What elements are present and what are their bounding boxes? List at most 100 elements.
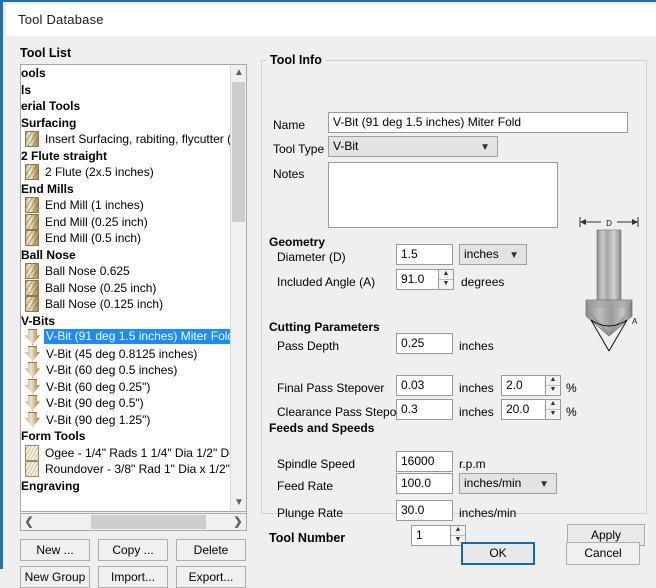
tool-list-item[interactable]: 2 Flute (2x.5 inches)	[21, 164, 231, 181]
copy-tool-button[interactable]: Copy ...	[98, 539, 168, 561]
tool-database-window: Tool Database Tool List ools ls erial Tool…	[0, 0, 656, 588]
scroll-down-icon[interactable]: ▼	[231, 495, 246, 511]
new-group-button[interactable]: New Group	[20, 566, 90, 588]
diameter-input[interactable]: 1.5	[396, 244, 453, 265]
tool-list-box[interactable]: ools ls erial Tools Surfacing Insert Surfaci…	[20, 64, 247, 512]
final-pass-stepover-percent-unit: %	[566, 381, 577, 395]
v-bit-icon	[25, 362, 40, 378]
export-button[interactable]: Export...	[176, 566, 246, 588]
spinner-down-icon[interactable]: ▼	[546, 386, 560, 396]
tool-list-item-label: Ball Nose	[21, 247, 76, 262]
final-pass-stepover-input[interactable]: 0.03	[396, 375, 453, 396]
clearance-pass-stepover-input[interactable]: 0.3	[396, 399, 453, 420]
chevron-down-icon: ▼	[539, 479, 549, 490]
tool-list-item[interactable]: V-Bit (91 deg 1.5 inches) Miter Fold	[21, 329, 231, 346]
scroll-up-icon[interactable]: ▲	[231, 65, 246, 81]
tool-list-item[interactable]: V-Bit (45 deg 0.8125 inches)	[21, 345, 231, 363]
tool-list-item-label: Engraving	[21, 478, 80, 493]
new-tool-button[interactable]: New ...	[20, 539, 90, 561]
tool-list-vertical-scrollbar[interactable]: ▲ ▼	[230, 65, 246, 511]
tool-list-item[interactable]: End Mill (1 inches)	[21, 197, 231, 214]
spinner-up-icon[interactable]: ▲	[546, 400, 560, 410]
tool-number-input[interactable]: 1	[411, 525, 451, 546]
end-mill-icon	[25, 131, 39, 147]
tool-list-item-label: V-Bits	[21, 313, 56, 328]
cancel-button[interactable]: Cancel	[566, 542, 640, 565]
spinner-down-icon[interactable]: ▼	[546, 410, 560, 420]
tool-list-item[interactable]: Ball Nose (0.25 inch)	[21, 279, 231, 297]
plunge-rate-label: Plunge Rate	[277, 506, 344, 520]
included-angle-unit: degrees	[461, 275, 505, 289]
tool-group-row[interactable]: Ball Nose	[21, 247, 231, 264]
v-bit-icon	[25, 411, 40, 428]
tool-group-row[interactable]: V-Bits	[21, 313, 231, 330]
tool-list-item-label: Ball Nose (0.25 inch)	[45, 280, 157, 295]
tool-group-row[interactable]: ools	[21, 65, 231, 82]
tool-list-item-label: V-Bit (45 deg 0.8125 inches)	[46, 346, 198, 361]
tool-list-item[interactable]: End Mill (0.5 inch)	[21, 230, 231, 247]
tool-list-item-label: V-Bit (90 deg 0.5")	[46, 396, 144, 410]
tool-group-row[interactable]: erial Tools	[21, 98, 231, 115]
plunge-rate-input[interactable]: 30.0	[396, 500, 453, 521]
form-tool-icon	[25, 444, 39, 461]
feed-rate-input[interactable]: 100.0	[396, 473, 453, 494]
scroll-right-icon[interactable]: ❯	[230, 514, 246, 530]
tool-list-item-label: End Mill (0.25 inch)	[45, 214, 148, 229]
included-angle-spinner[interactable]: ▲ ▼	[439, 269, 454, 290]
tool-list-item-label: Surfacing	[21, 115, 77, 130]
tool-group-row[interactable]: 2 Flute straight	[21, 148, 231, 165]
tool-list-items[interactable]: ools ls erial Tools Surfacing Insert Surfaci…	[21, 65, 231, 495]
ball-nose-icon	[25, 263, 39, 279]
spindle-speed-input[interactable]: 16000	[396, 451, 453, 472]
spinner-down-icon[interactable]: ▼	[439, 280, 453, 290]
diameter-unit-select[interactable]: inches ▼	[459, 244, 527, 265]
tool-list-item[interactable]: End Mill (0.25 inch)	[21, 213, 231, 231]
title-bar: Tool Database	[6, 4, 656, 36]
cutting-parameters-title: Cutting Parameters	[269, 320, 380, 334]
tool-list-item[interactable]: Roundover - 3/8" Rad 1" Dia x 1/2" Dee	[21, 461, 231, 478]
clearance-pass-stepover-spinner[interactable]: ▲ ▼	[546, 399, 561, 420]
spinner-up-icon[interactable]: ▲	[546, 376, 560, 386]
tool-type-select[interactable]: V-Bit ▼	[328, 136, 498, 157]
tool-list-item[interactable]: Insert Surfacing, rabiting, flycutter (2…	[21, 131, 231, 148]
final-pass-stepover-percent-input[interactable]: 2.0	[501, 375, 546, 396]
vertical-scroll-thumb[interactable]	[232, 82, 245, 222]
feed-rate-unit-select[interactable]: inches/min ▼	[459, 473, 557, 494]
v-bit-illustration: D A	[579, 216, 639, 352]
tool-list-item-label: ls	[21, 82, 32, 97]
v-bit-icon	[25, 329, 40, 345]
final-pass-stepover-label: Final Pass Stepover	[277, 381, 385, 395]
spinner-up-icon[interactable]: ▲	[439, 270, 453, 280]
horizontal-scroll-thumb[interactable]	[91, 515, 206, 529]
scroll-left-icon[interactable]: ❮	[21, 514, 37, 530]
tool-info-title: Tool Info	[266, 53, 326, 67]
end-mill-icon	[25, 230, 39, 246]
tool-group-row[interactable]: Engraving	[21, 478, 231, 495]
tool-list-item[interactable]: V-Bit (60 deg 0.5 inches)	[21, 362, 231, 379]
tool-list-horizontal-scrollbar[interactable]: ❮ ❯	[20, 513, 247, 531]
tool-list-item[interactable]: Ball Nose 0.625	[21, 263, 231, 280]
pass-depth-input[interactable]: 0.25	[396, 333, 453, 354]
delete-tool-button[interactable]: Delete	[176, 539, 246, 561]
tool-list-item-label: End Mill (1 inches)	[45, 198, 144, 212]
tool-list-item-label: 2 Flute straight	[21, 148, 108, 163]
tool-group-row[interactable]: ls	[21, 82, 231, 99]
final-pass-stepover-spinner[interactable]: ▲ ▼	[546, 375, 561, 396]
clearance-pass-stepover-percent-input[interactable]: 20.0	[501, 399, 546, 420]
ok-button[interactable]: OK	[461, 542, 535, 565]
import-button[interactable]: Import...	[98, 566, 168, 588]
tool-list-item[interactable]: V-Bit (60 deg 0.25")	[21, 378, 231, 396]
spinner-up-icon[interactable]: ▲	[451, 526, 465, 536]
tool-list-item[interactable]: V-Bit (90 deg 0.5")	[21, 395, 231, 412]
notes-textarea[interactable]	[328, 162, 558, 228]
included-angle-input[interactable]: 91.0	[396, 269, 439, 290]
feed-rate-label: Feed Rate	[277, 479, 334, 493]
tool-group-row[interactable]: Surfacing	[21, 115, 231, 132]
tool-list-item[interactable]: Ball Nose (0.125 inch)	[21, 296, 231, 313]
tool-group-row[interactable]: End Mills	[21, 181, 231, 198]
end-mill-icon	[25, 213, 39, 230]
tool-list-item[interactable]: Ogee - 1/4" Rads 1 1/4" Dia 1/2" Deep	[21, 444, 231, 462]
tool-list-item[interactable]: V-Bit (90 deg 1.25")	[21, 411, 231, 429]
tool-group-row[interactable]: Form Tools	[21, 428, 231, 445]
name-input[interactable]: V-Bit (91 deg 1.5 inches) Miter Fold	[328, 112, 628, 133]
